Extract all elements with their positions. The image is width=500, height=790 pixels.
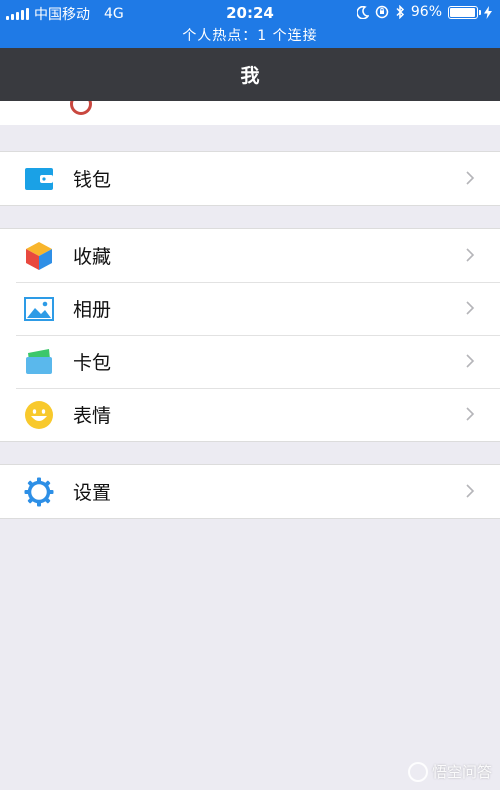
emoji-smile-icon bbox=[25, 401, 53, 429]
chevron-right-icon bbox=[466, 301, 475, 315]
menu-item-label: 收藏 bbox=[73, 246, 112, 268]
menu-item-settings[interactable]: 设置 bbox=[0, 465, 500, 518]
partial-list-item[interactable] bbox=[0, 101, 500, 125]
watermark-text: 悟空问答 bbox=[431, 763, 492, 781]
chevron-right-icon bbox=[466, 407, 475, 421]
menu-item-favorites[interactable]: 收藏 bbox=[0, 229, 500, 282]
partial-icon bbox=[70, 101, 92, 115]
menu-item-card-pack[interactable]: 卡包 bbox=[0, 335, 500, 388]
chevron-right-icon bbox=[466, 484, 475, 498]
battery-percent: 96% bbox=[410, 4, 442, 20]
watermark: 悟空问答 bbox=[407, 761, 492, 782]
do-not-disturb-moon-icon bbox=[356, 5, 369, 19]
menu-group-wallet: 钱包 bbox=[0, 151, 500, 206]
personal-hotspot-banner[interactable]: 个人热点：1 个连接 bbox=[0, 25, 500, 45]
card-pack-icon bbox=[26, 349, 52, 374]
chevron-right-icon bbox=[466, 354, 475, 368]
nav-bar: 我 bbox=[0, 48, 500, 101]
chevron-right-icon bbox=[466, 248, 475, 262]
battery-fill bbox=[450, 7, 475, 17]
bluetooth-icon bbox=[396, 5, 404, 19]
status-right: 96% bbox=[356, 4, 492, 20]
menu-item-label: 卡包 bbox=[73, 352, 112, 374]
favorites-cube-icon bbox=[26, 242, 52, 270]
menu-item-stickers[interactable]: 表情 bbox=[0, 388, 500, 441]
menu-item-label: 设置 bbox=[73, 482, 112, 504]
menu-item-label: 钱包 bbox=[73, 169, 112, 191]
menu-item-wallet[interactable]: 钱包 bbox=[0, 152, 500, 205]
menu-item-label: 表情 bbox=[73, 405, 112, 427]
menu-item-album[interactable]: 相册 bbox=[0, 282, 500, 335]
rotation-lock-icon bbox=[375, 5, 389, 19]
menu-group-content: 收藏 相册 卡包 表情 bbox=[0, 228, 500, 442]
battery-icon bbox=[448, 5, 481, 19]
menu-group-settings: 设置 bbox=[0, 464, 500, 519]
charging-bolt-icon bbox=[484, 5, 492, 19]
page-title: 我 bbox=[240, 65, 260, 87]
wukong-logo-icon bbox=[407, 761, 428, 782]
status-bar: 中国移动 4G 20:24 96% 个人热点：1 个连接 bbox=[0, 0, 500, 48]
settings-gear-icon bbox=[24, 477, 54, 507]
wallet-icon bbox=[25, 168, 53, 190]
chevron-right-icon bbox=[466, 171, 475, 185]
menu-item-label: 相册 bbox=[73, 299, 112, 321]
album-picture-icon bbox=[24, 297, 54, 321]
